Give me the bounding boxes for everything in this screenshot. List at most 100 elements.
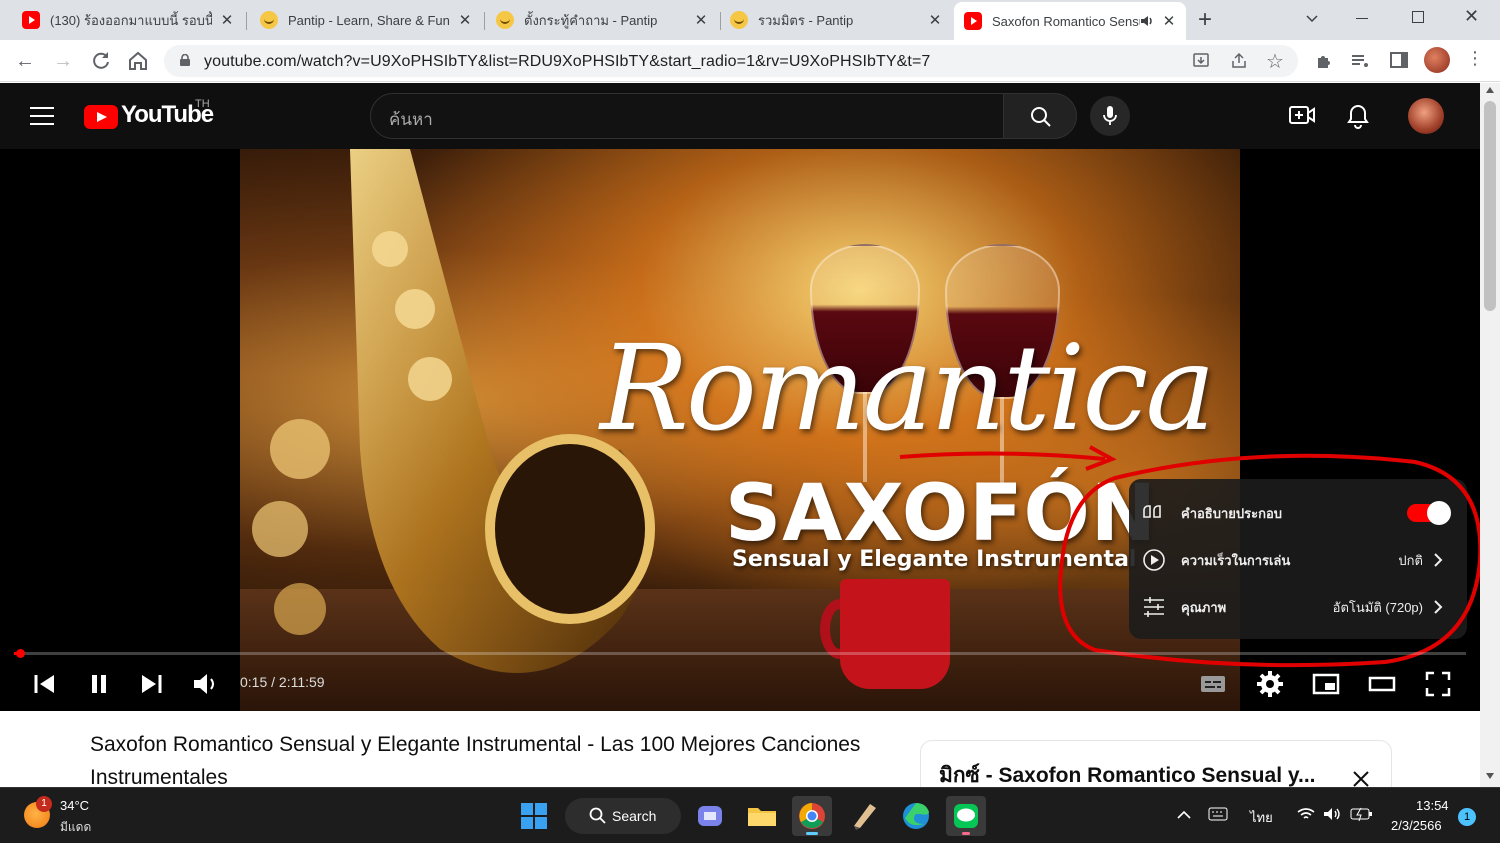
youtube-logo-icon[interactable] bbox=[84, 105, 118, 129]
menu-item-annotations[interactable]: คำอธิบายประกอบ bbox=[1129, 489, 1467, 537]
search-icon bbox=[589, 807, 606, 824]
file-explorer-app[interactable] bbox=[742, 796, 782, 836]
scroll-down-arrow-icon[interactable] bbox=[1486, 773, 1494, 779]
avatar[interactable] bbox=[1408, 98, 1444, 134]
weather-desc: มีแดด bbox=[60, 820, 92, 834]
saxophone-image bbox=[252, 149, 655, 673]
pantip-icon bbox=[730, 11, 748, 29]
line-app[interactable] bbox=[946, 796, 986, 836]
search-input[interactable]: ค้นหา bbox=[389, 106, 433, 133]
page-scrollbar[interactable] bbox=[1480, 83, 1500, 787]
previous-icon[interactable] bbox=[30, 669, 60, 699]
hamburger-menu-icon[interactable] bbox=[30, 107, 54, 125]
window-close-icon[interactable]: ✕ bbox=[1464, 6, 1479, 27]
forward-arrow-icon[interactable]: → bbox=[50, 48, 76, 74]
chrome-icon bbox=[799, 803, 825, 829]
subtitles-icon[interactable] bbox=[1198, 669, 1228, 699]
chrome-menu-icon[interactable]: ⋮ bbox=[1466, 48, 1484, 69]
lock-icon[interactable] bbox=[180, 54, 190, 66]
pause-icon[interactable] bbox=[84, 669, 114, 699]
restore-icon[interactable] bbox=[1412, 11, 1424, 23]
side-panel-icon[interactable] bbox=[1390, 52, 1408, 68]
minimize-icon[interactable] bbox=[1356, 18, 1368, 19]
chevron-right-icon bbox=[1434, 600, 1443, 614]
close-icon[interactable]: ✕ bbox=[220, 11, 234, 29]
menu-item-quality[interactable]: คุณภาพ อัตโนมัติ (720p) bbox=[1129, 583, 1467, 631]
voice-search-button[interactable] bbox=[1090, 96, 1130, 136]
search-icon bbox=[1031, 107, 1051, 127]
install-app-icon[interactable] bbox=[1192, 52, 1210, 70]
new-tab-button[interactable]: + bbox=[1198, 6, 1212, 34]
create-video-icon[interactable] bbox=[1288, 103, 1316, 127]
close-icon[interactable]: ✕ bbox=[694, 11, 708, 29]
tab-4[interactable]: รวมมิตร - Pantip ✕ bbox=[720, 4, 952, 36]
close-icon[interactable]: ✕ bbox=[1162, 12, 1176, 30]
tab-separator bbox=[484, 12, 485, 30]
scroll-up-arrow-icon[interactable] bbox=[1486, 87, 1494, 93]
share-icon[interactable] bbox=[1230, 52, 1248, 70]
search-box[interactable]: ค้นหา bbox=[370, 93, 1004, 139]
youtube-icon bbox=[22, 11, 40, 29]
line-icon bbox=[954, 804, 978, 828]
omnibox[interactable]: youtube.com/watch?v=U9XoPHSIbTY&list=RDU… bbox=[164, 45, 1298, 77]
scroll-thumb[interactable] bbox=[1484, 101, 1496, 311]
theater-mode-icon[interactable] bbox=[1367, 669, 1397, 699]
bookmark-star-icon[interactable]: ☆ bbox=[1266, 49, 1284, 74]
windows-start-icon[interactable] bbox=[520, 802, 548, 830]
address-toolbar: ← → youtube.com/watch?v=U9XoPHSIbTY&list… bbox=[0, 40, 1500, 82]
tab-2[interactable]: Pantip - Learn, Share & Fun ✕ bbox=[250, 4, 482, 36]
tab-1[interactable]: (130) ร้องออกมาแบบนี้ รอบนี้ ✕ bbox=[12, 4, 244, 36]
search-button[interactable] bbox=[1003, 93, 1077, 139]
menu-value: อัตโนมัติ (720p) bbox=[1332, 599, 1423, 615]
clock-date[interactable]: 2/3/2566 bbox=[1391, 818, 1442, 833]
chrome-app[interactable] bbox=[792, 796, 832, 836]
fullscreen-icon[interactable] bbox=[1423, 669, 1453, 699]
chat-icon bbox=[698, 806, 722, 826]
input-language[interactable]: ไทย bbox=[1250, 807, 1273, 828]
video-player[interactable]: Romantica SAXOFÓN Sensual y Elegante Ins… bbox=[0, 149, 1480, 711]
close-icon[interactable]: ✕ bbox=[458, 11, 472, 29]
tab-title: รวมมิตร - Pantip bbox=[758, 12, 854, 28]
edge-app[interactable] bbox=[896, 796, 936, 836]
battery-charging-icon[interactable] bbox=[1350, 806, 1374, 822]
video-title: Saxofon Romantico Sensual y Elegante Ins… bbox=[90, 733, 861, 789]
speaker-icon[interactable] bbox=[1322, 806, 1342, 822]
teams-chat-app[interactable] bbox=[690, 796, 730, 836]
chevron-right-icon bbox=[1434, 553, 1443, 567]
home-icon[interactable] bbox=[125, 48, 151, 74]
settings-gear-icon[interactable] bbox=[1255, 669, 1285, 699]
clock-time[interactable]: 13:54 bbox=[1416, 798, 1449, 813]
audio-playing-icon[interactable] bbox=[1140, 14, 1154, 28]
tab-search-icon[interactable] bbox=[1304, 10, 1320, 26]
menu-label: ความเร็วในการเล่น bbox=[1181, 552, 1291, 568]
close-icon[interactable]: ✕ bbox=[928, 11, 942, 29]
menu-item-playback-speed[interactable]: ความเร็วในการเล่น ปกติ bbox=[1129, 536, 1467, 584]
progress-scrubber[interactable] bbox=[15, 649, 25, 658]
back-arrow-icon[interactable]: ← bbox=[12, 48, 38, 74]
weather-temp[interactable]: 34°C bbox=[60, 798, 89, 813]
volume-icon[interactable] bbox=[190, 669, 220, 699]
microphone-icon bbox=[1103, 106, 1117, 125]
progress-bar[interactable] bbox=[14, 649, 1466, 658]
reload-icon[interactable] bbox=[88, 48, 114, 74]
profile-avatar[interactable] bbox=[1424, 47, 1450, 73]
tab-3[interactable]: ตั้งกระทู้คำถาม - Pantip ✕ bbox=[486, 4, 718, 36]
youtube-header: YouTube TH ค้นหา bbox=[0, 83, 1480, 149]
tab-5-active[interactable]: Saxofon Romantico Sensual ✕ bbox=[954, 2, 1186, 40]
taskbar: 1 34°C มีแดด Search ไทย 13:54 2/3/2566 1 bbox=[0, 787, 1500, 843]
paint-app[interactable] bbox=[844, 796, 884, 836]
chevron-up-icon[interactable] bbox=[1176, 808, 1192, 820]
next-icon[interactable] bbox=[136, 669, 166, 699]
annotations-toggle[interactable] bbox=[1407, 501, 1451, 525]
taskbar-search[interactable]: Search bbox=[565, 798, 681, 834]
notifications-bell-icon[interactable] bbox=[1346, 103, 1370, 129]
toggle-knob bbox=[1427, 501, 1451, 525]
notification-count-badge[interactable]: 1 bbox=[1458, 808, 1476, 826]
media-controls-icon[interactable] bbox=[1350, 51, 1370, 71]
extensions-icon[interactable] bbox=[1314, 51, 1334, 71]
url-text[interactable]: youtube.com/watch?v=U9XoPHSIbTY&list=RDU… bbox=[204, 53, 930, 71]
keyboard-icon[interactable] bbox=[1208, 806, 1228, 822]
wifi-icon[interactable] bbox=[1296, 806, 1316, 822]
miniplayer-icon[interactable] bbox=[1311, 669, 1341, 699]
close-icon[interactable] bbox=[1351, 769, 1371, 789]
